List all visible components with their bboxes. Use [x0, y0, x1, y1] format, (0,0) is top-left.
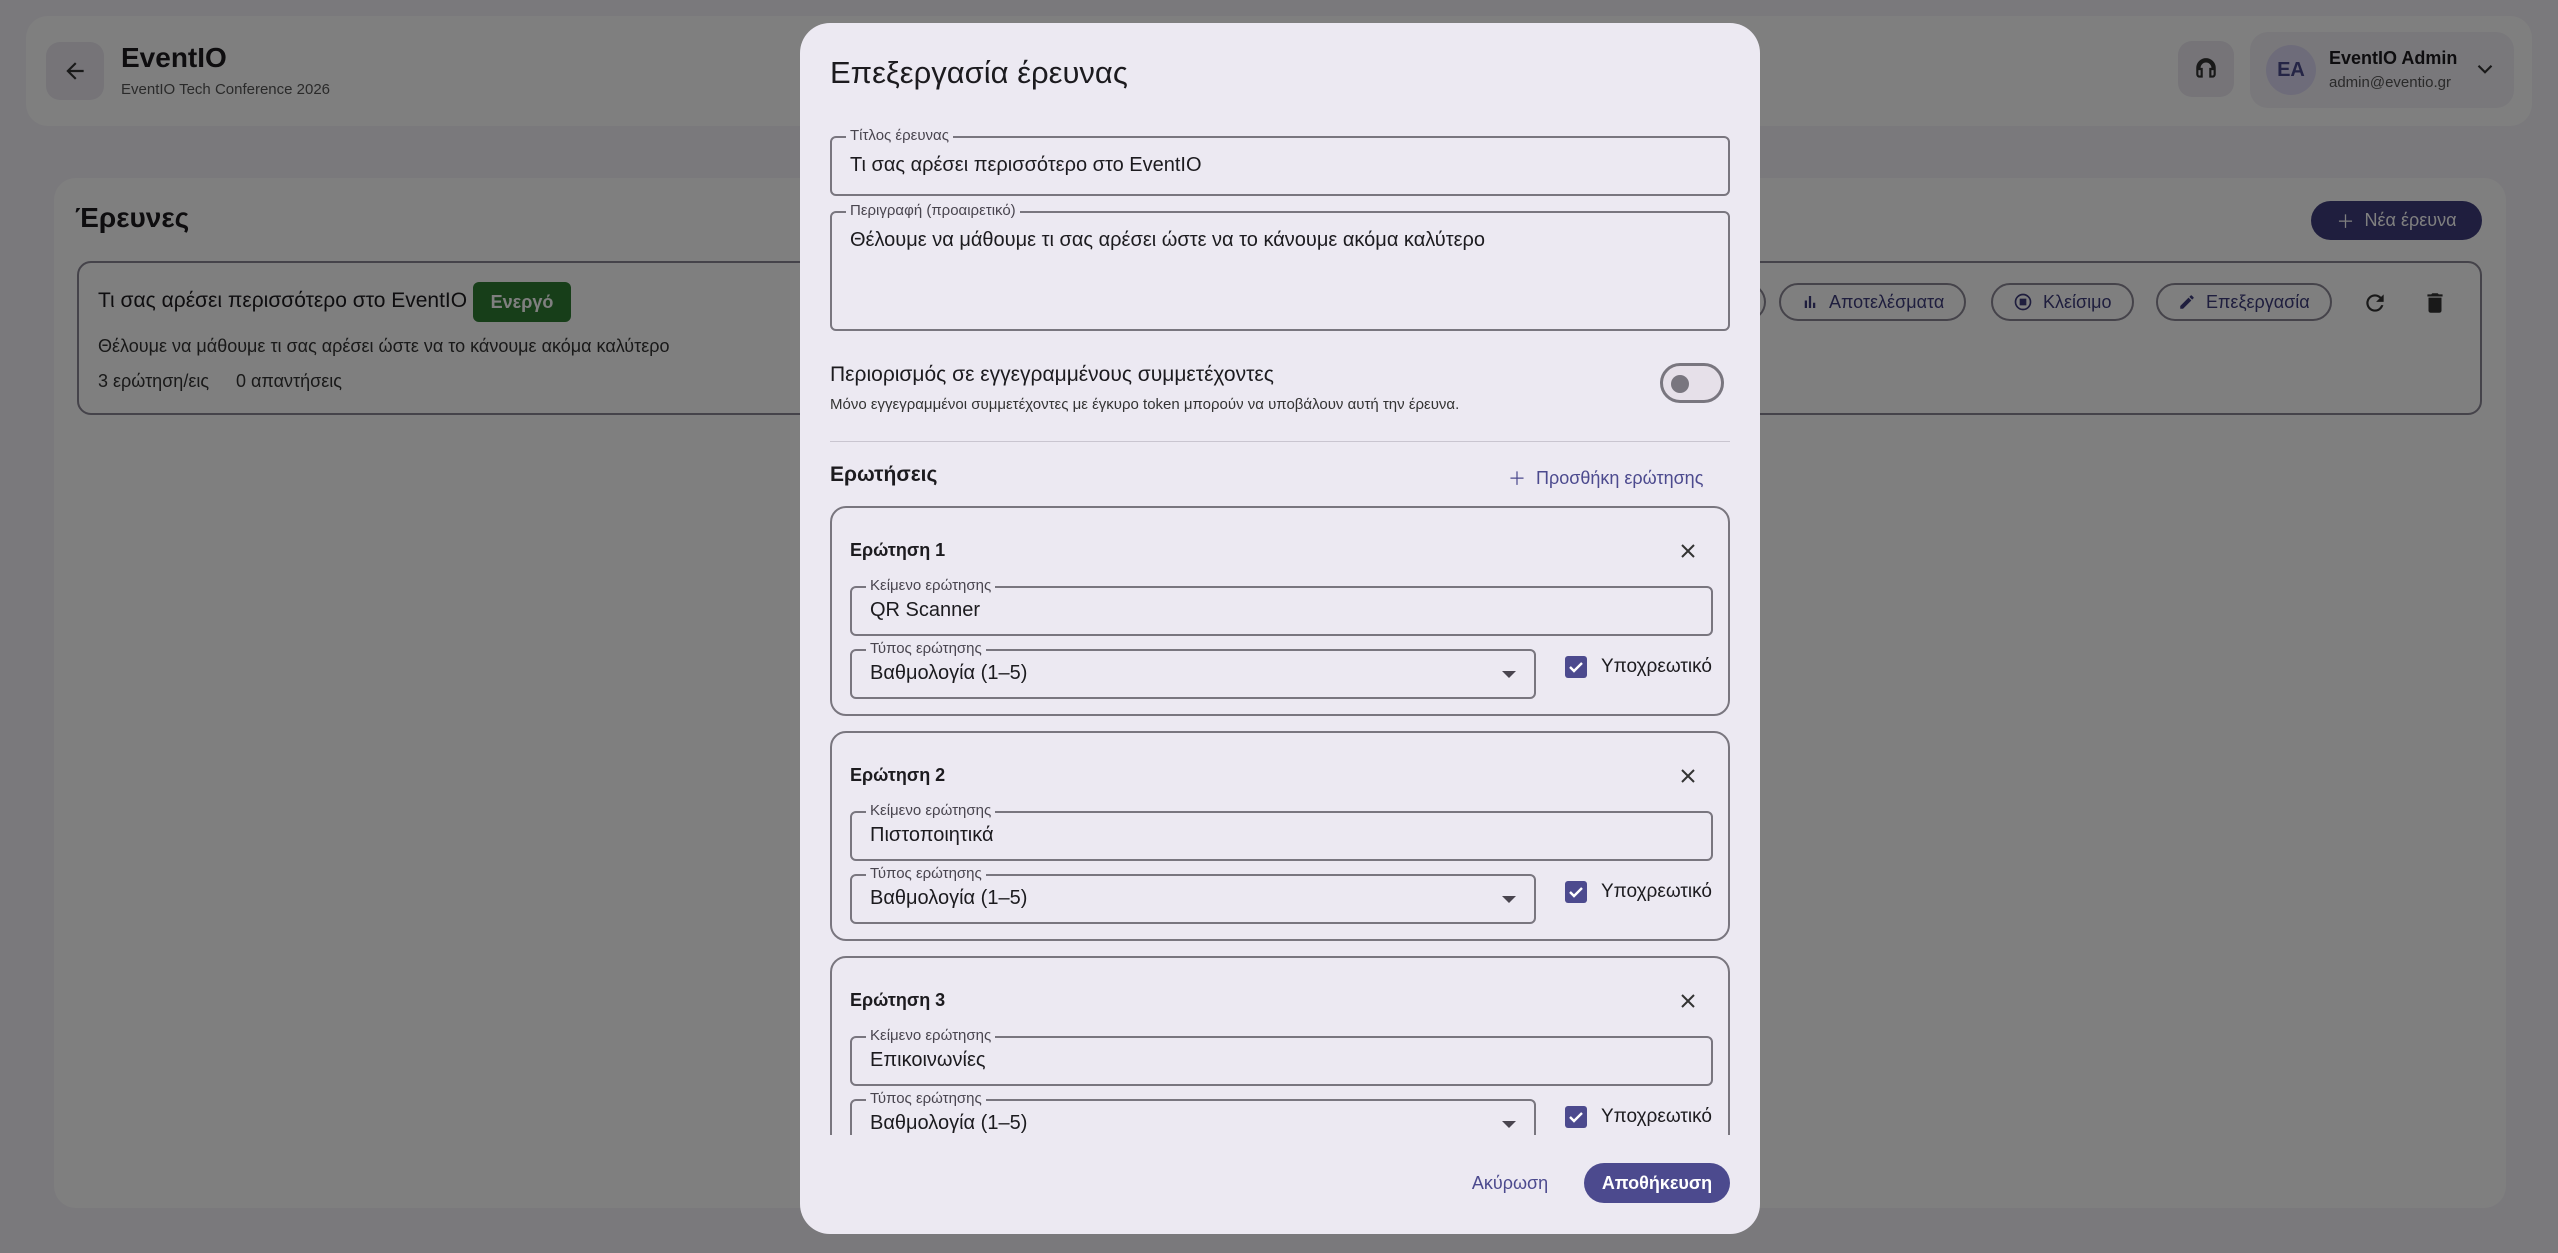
restrict-toggle-subtitle: Μόνο εγγεγραμμένοι συμμετέχοντες με έγκυ…: [830, 396, 1460, 413]
edit-survey-dialog: Επεξεργασία έρευνας Τίτλος έρευνας Τι σα…: [800, 23, 1760, 1234]
survey-description-field-label: Περιγραφή (προαιρετικό): [846, 202, 1020, 220]
required-label: Υποχρεωτικό: [1601, 656, 1712, 677]
required-label: Υποχρεωτικό: [1601, 1106, 1712, 1127]
remove-question-button[interactable]: [1675, 763, 1701, 789]
add-question-label: Προσθήκη ερώτησης: [1536, 467, 1704, 488]
question-text-field[interactable]: Κείμενο ερώτησης Επικοινωνίες: [850, 1027, 1713, 1086]
divider: [830, 441, 1730, 442]
question-label: Ερώτηση 3: [850, 990, 946, 1010]
question-type-value: Βαθμολογία (1–5): [870, 1112, 1028, 1134]
close-icon: [1681, 994, 1695, 1008]
survey-description-field-value[interactable]: Θέλουμε να μάθουμε τι σας αρέσει ώστε να…: [850, 229, 1485, 252]
required-label: Υποχρεωτικό: [1601, 881, 1712, 902]
survey-description-field[interactable]: Περιγραφή (προαιρετικό) Θέλουμε να μάθου…: [830, 202, 1730, 331]
restrict-toggle-title: Περιορισμός σε εγγεγραμμένους συμμετέχον…: [830, 363, 1274, 386]
toggle-knob: [1671, 375, 1689, 393]
remove-question-button[interactable]: [1675, 988, 1701, 1014]
dropdown-arrow-icon: [1502, 671, 1516, 678]
question-card: Ερώτηση 2 Κείμενο ερώτησης Πιστοποιητικά…: [830, 731, 1730, 941]
checkbox-checked[interactable]: [1565, 656, 1587, 678]
required-checkbox[interactable]: Υποχρεωτικό: [1565, 1106, 1712, 1128]
check-icon: [1569, 887, 1583, 898]
save-button[interactable]: Αποθήκευση: [1584, 1163, 1730, 1203]
plus-icon: ＋: [1508, 469, 1526, 489]
question-text-value[interactable]: Επικοινωνίες: [870, 1049, 986, 1072]
checkbox-checked[interactable]: [1565, 1106, 1587, 1128]
required-checkbox[interactable]: Υποχρεωτικό: [1565, 881, 1712, 903]
question-type-label: Τύπος ερώτησης: [866, 640, 986, 658]
question-text-label: Κείμενο ερώτησης: [866, 802, 996, 820]
question-type-label: Τύπος ερώτησης: [866, 1090, 986, 1108]
required-checkbox[interactable]: Υποχρεωτικό: [1565, 656, 1712, 678]
question-text-field[interactable]: Κείμενο ερώτησης Πιστοποιητικά: [850, 802, 1713, 861]
question-type-label: Τύπος ερώτησης: [866, 865, 986, 883]
question-text-field[interactable]: Κείμενο ερώτησης QR Scanner: [850, 577, 1713, 636]
survey-title-field[interactable]: Τίτλος έρευνας Τι σας αρέσει περισσότερο…: [830, 127, 1730, 196]
survey-title-field-label: Τίτλος έρευνας: [846, 127, 953, 145]
dialog-scroll-area[interactable]: Τίτλος έρευνας Τι σας αρέσει περισσότερο…: [800, 109, 1760, 1135]
question-type-value: Βαθμολογία (1–5): [870, 887, 1028, 909]
question-card: Ερώτηση 3 Κείμενο ερώτησης Επικοινωνίες …: [830, 956, 1730, 1135]
cancel-button[interactable]: Ακύρωση: [1454, 1163, 1566, 1203]
question-text-value[interactable]: QR Scanner: [870, 599, 980, 622]
question-label: Ερώτηση 2: [850, 765, 946, 785]
question-text-label: Κείμενο ερώτησης: [866, 1027, 996, 1045]
question-type-select[interactable]: Τύπος ερώτησης Βαθμολογία (1–5): [850, 640, 1536, 699]
dialog-title: Επεξεργασία έρευνας: [830, 55, 1128, 90]
close-icon: [1681, 769, 1695, 783]
question-card: Ερώτηση 1 Κείμενο ερώτησης QR Scanner Τύ…: [830, 506, 1730, 716]
survey-title-field-value[interactable]: Τι σας αρέσει περισσότερο στο EventIO: [850, 154, 1202, 177]
restrict-toggle[interactable]: [1660, 363, 1724, 403]
questions-heading: Ερωτήσεις: [830, 463, 938, 486]
checkbox-checked[interactable]: [1565, 881, 1587, 903]
remove-question-button[interactable]: [1675, 538, 1701, 564]
question-label: Ερώτηση 1: [850, 540, 946, 560]
question-type-select[interactable]: Τύπος ερώτησης Βαθμολογία (1–5): [850, 1090, 1536, 1135]
question-type-select[interactable]: Τύπος ερώτησης Βαθμολογία (1–5): [850, 865, 1536, 924]
question-text-value[interactable]: Πιστοποιητικά: [870, 824, 994, 847]
question-text-label: Κείμενο ερώτησης: [866, 577, 996, 595]
add-question-button[interactable]: ＋ Προσθήκη ερώτησης: [1508, 459, 1703, 497]
question-type-value: Βαθμολογία (1–5): [870, 662, 1028, 684]
dropdown-arrow-icon: [1502, 896, 1516, 903]
dropdown-arrow-icon: [1502, 1121, 1516, 1128]
check-icon: [1569, 1112, 1583, 1123]
check-icon: [1569, 662, 1583, 673]
close-icon: [1681, 544, 1695, 558]
